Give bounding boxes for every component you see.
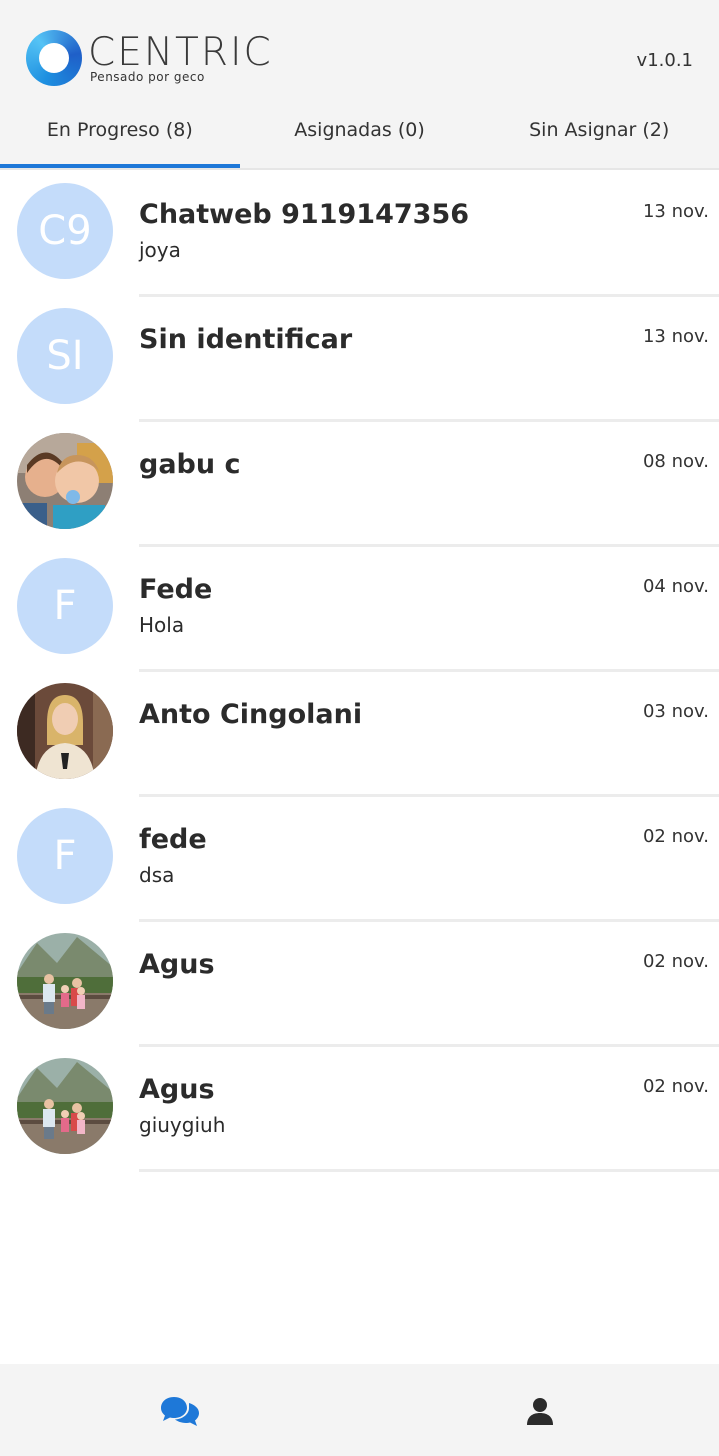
message-date: 02 nov.: [642, 951, 709, 972]
chat-bubbles-icon: [161, 1397, 199, 1426]
message-date: 03 nov.: [642, 701, 709, 722]
contact-name: fede: [139, 824, 207, 855]
conversation-item[interactable]: Agus giuygiuh 02 nov.: [0, 1047, 719, 1172]
contact-name: Anto Cingolani: [139, 699, 363, 730]
contact-name: gabu c: [139, 449, 241, 480]
conversation-item[interactable]: gabu c 08 nov.: [0, 422, 719, 547]
avatar-photo: [17, 1058, 113, 1154]
avatar: SI: [17, 308, 113, 404]
contact-name: Fede: [139, 574, 213, 605]
message-date: 02 nov.: [642, 826, 709, 847]
app-header: CENTRIC Pensado por geco v1.0.1 En Progr…: [0, 0, 719, 170]
conversation-item[interactable]: Anto Cingolani 03 nov.: [0, 672, 719, 797]
message-date: 13 nov.: [642, 326, 709, 347]
conversation-tabs: En Progreso (8) Asignadas (0) Sin Asigna…: [0, 108, 719, 168]
conversation-list: C9 Chatweb 9119147356 joya 13 nov. SI Si…: [0, 172, 719, 1172]
divider: [139, 1169, 719, 1172]
last-message: dsa: [139, 863, 175, 887]
logo-subtitle: Pensado por geco: [90, 70, 205, 84]
chats-nav-button[interactable]: [150, 1386, 210, 1436]
avatar: F: [17, 558, 113, 654]
contact-name: Chatweb 9119147356: [139, 199, 470, 230]
contact-name: Sin identificar: [139, 324, 353, 355]
message-date: 04 nov.: [642, 576, 709, 597]
message-date: 08 nov.: [642, 451, 709, 472]
profile-nav-button[interactable]: [510, 1386, 570, 1436]
conversation-item[interactable]: SI Sin identificar 13 nov.: [0, 297, 719, 422]
user-icon: [527, 1398, 553, 1425]
centric-logo: CENTRIC Pensado por geco: [26, 30, 316, 92]
message-date: 13 nov.: [642, 201, 709, 222]
family-outdoor-photo: [17, 1058, 113, 1154]
contact-name: Agus: [139, 949, 215, 980]
conversation-item[interactable]: F fede dsa 02 nov.: [0, 797, 719, 922]
conversation-item[interactable]: C9 Chatweb 9119147356 joya 13 nov.: [0, 172, 719, 297]
avatar: F: [17, 808, 113, 904]
last-message: joya: [139, 238, 181, 262]
bottom-navigation: [0, 1364, 719, 1456]
tab-en-progreso[interactable]: En Progreso (8): [0, 108, 240, 168]
conversation-item[interactable]: Agus 02 nov.: [0, 922, 719, 1047]
message-date: 02 nov.: [642, 1076, 709, 1097]
family-outdoor-photo: [17, 933, 113, 1029]
avatar-photo: [17, 933, 113, 1029]
last-message: giuygiuh: [139, 1113, 226, 1137]
children-photo: [17, 433, 113, 529]
tab-sin-asignar[interactable]: Sin Asignar (2): [479, 108, 719, 168]
avatar-photo: [17, 683, 113, 779]
tab-asignadas[interactable]: Asignadas (0): [240, 108, 480, 168]
contact-name: Agus: [139, 1074, 215, 1105]
last-message: Hola: [139, 613, 185, 637]
woman-photo: [17, 683, 113, 779]
avatar-photo: [17, 433, 113, 529]
version-label: v1.0.1: [636, 50, 693, 71]
logo-ring-icon: [26, 30, 82, 86]
conversation-item[interactable]: F Fede Hola 04 nov.: [0, 547, 719, 672]
avatar: C9: [17, 183, 113, 279]
